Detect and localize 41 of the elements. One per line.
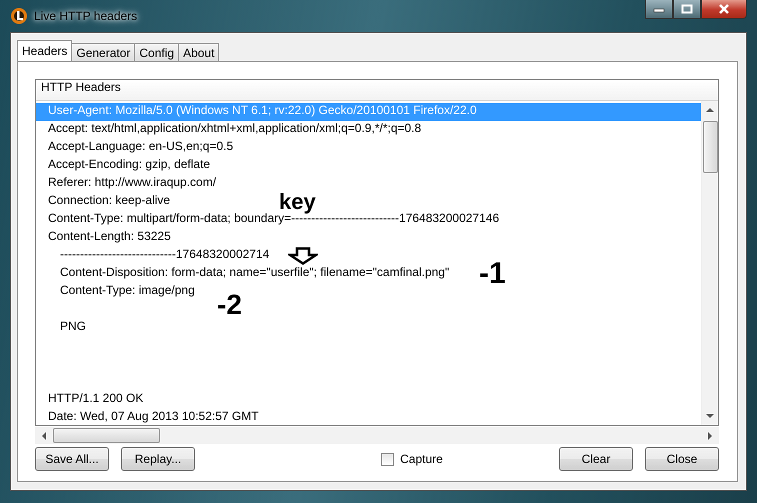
horizontal-scrollbar[interactable] <box>35 427 719 444</box>
header-line[interactable]: Accept-Language: en-US,en;q=0.5 <box>44 139 238 157</box>
action-button[interactable]: Close <box>644 447 719 471</box>
list-header: HTTP Headers <box>36 80 718 101</box>
header-line[interactable]: Accept: text/html,application/xhtml+xml,application/xml;q=0.9,*/*;q=0.8 <box>44 121 426 139</box>
close-button[interactable] <box>701 0 747 19</box>
close-icon <box>717 4 731 14</box>
maximize-button[interactable] <box>673 0 701 19</box>
scroll-thumb[interactable] <box>702 121 718 173</box>
tab[interactable]: Headers <box>17 40 72 61</box>
action-button[interactable]: Save All... <box>35 447 109 471</box>
body-line[interactable]: PNG <box>56 319 90 337</box>
header-line[interactable]: Date: Wed, 07 Aug 2013 10:52:57 GMT <box>44 409 263 425</box>
action-button[interactable]: Replay... <box>121 447 195 471</box>
scroll-right-icon[interactable] <box>707 432 713 440</box>
vertical-scrollbar[interactable] <box>701 101 718 425</box>
scroll-thumb[interactable] <box>53 428 160 443</box>
tab[interactable]: About <box>178 43 220 61</box>
tab[interactable]: Config <box>134 43 180 61</box>
tab[interactable]: Generator <box>71 43 136 61</box>
scroll-left-icon[interactable] <box>41 432 47 440</box>
body-line[interactable]: Content-Disposition: form-data; name="userfile"; filename="camfinal.png" <box>56 265 454 283</box>
app-icon <box>10 7 28 25</box>
header-line[interactable]: Connection: keep-alive <box>44 193 174 211</box>
capture-checkbox[interactable] <box>381 452 394 466</box>
header-line[interactable]: Referer: http://www.iraqup.com/ <box>44 175 220 193</box>
annotation-label: -2 <box>217 291 242 319</box>
body-line[interactable]: Content-Type: image/png <box>56 283 199 301</box>
scroll-down-icon[interactable] <box>706 413 714 419</box>
action-button[interactable]: Clear <box>558 447 633 471</box>
header-line[interactable]: Content-Length: 53225 <box>44 229 175 247</box>
down-arrow-icon <box>288 247 318 265</box>
capture-label: Capture <box>400 452 443 466</box>
window-title: Live HTTP headers <box>34 9 138 23</box>
header-line[interactable]: Accept-Encoding: gzip, deflate <box>44 157 214 175</box>
header-line[interactable]: HTTP/1.1 200 OK <box>44 391 148 409</box>
annotation-label: -1 <box>479 259 506 289</box>
scroll-up-icon[interactable] <box>706 107 714 113</box>
maximize-icon <box>681 4 693 14</box>
minimize-button[interactable] <box>645 0 673 19</box>
body-line[interactable]: -----------------------------17648320002714 <box>56 247 274 265</box>
